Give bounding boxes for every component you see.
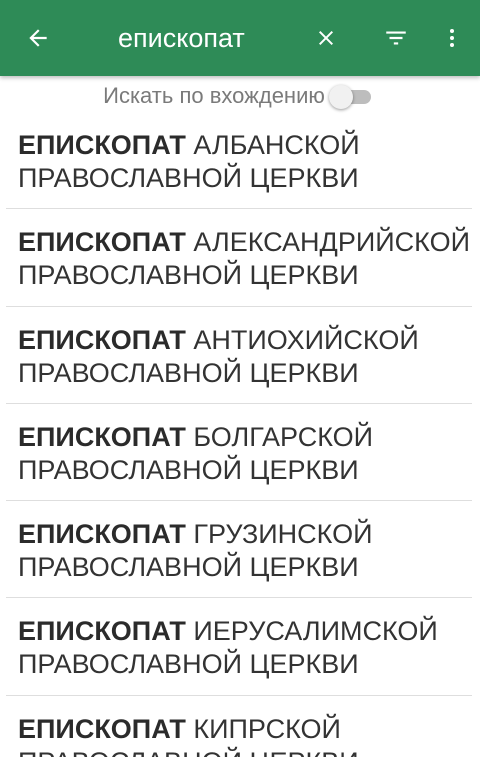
- more-vert-icon: [450, 29, 454, 47]
- clear-search-button[interactable]: [302, 0, 350, 76]
- search-toolbar: [0, 0, 480, 76]
- list-item-subtitle: ПРАВОСЛАВНОЙ ЦЕРКВИ: [18, 649, 359, 680]
- app-root: Искать по вхождению ЕПИСКОПАТ АЛБАНСКОЙП…: [0, 0, 480, 757]
- list-item-highlight: ЕПИСКОПАТ: [18, 616, 186, 647]
- filter-icon: [386, 31, 406, 45]
- list-item-title: ЕПИСКОПАТ КИПРСКОЙ: [18, 713, 472, 746]
- substring-search-label: Искать по вхождению: [103, 83, 325, 108]
- list-item-title: ЕПИСКОПАТ ИЕРУСАЛИМСКОЙ: [18, 615, 472, 648]
- filter-button[interactable]: [372, 0, 420, 76]
- list-item-rest: ИЕРУСАЛИМСКОЙ: [193, 616, 438, 647]
- list-item[interactable]: ЕПИСКОПАТ ИЕРУСАЛИМСКОЙ ПРАВОСЛАВНОЙ ЦЕРК…: [6, 598, 472, 696]
- list-item-subtitle: ПРАВОСЛАВНОЙ ЦЕРКВИ: [18, 552, 359, 583]
- list-item-title: ЕПИСКОПАТ ГРУЗИНСКОЙ: [18, 518, 472, 551]
- list-item-title: ЕПИСКОПАТ АНТИОХИЙСКОЙ: [18, 324, 472, 357]
- list-item-title: ЕПИСКОПАТ АЛБАНСКОЙ: [18, 129, 472, 162]
- list-item[interactable]: ЕПИСКОПАТ БОЛГАРСКОЙ ПРАВОСЛАВНОЙ ЦЕРКВИ: [6, 404, 472, 502]
- arrow-back-icon: [29, 29, 47, 47]
- list-item-highlight: ЕПИСКОПАТ: [18, 324, 186, 355]
- list-item-highlight: ЕПИСКОПАТ: [18, 227, 186, 258]
- list-item[interactable]: ЕПИСКОПАТ АЛБАНСКОЙ ПРАВОСЛАВНОЙ ЦЕРКВИ: [6, 112, 472, 210]
- list-item-title: ЕПИСКОПАТ АЛЕКСАНДРИЙСКОЙ: [18, 226, 472, 259]
- list-item[interactable]: ЕПИСКОПАТ КИПРСКОЙПРАВОСЛАВНОЙ ЦЕРКВИ: [6, 696, 472, 757]
- list-item-rest: АЛБАНСКОЙ: [193, 130, 360, 160]
- list-item-subtitle: ПРАВОСЛАВНОЙ ЦЕРКВИ: [18, 746, 472, 757]
- list-item-highlight: ЕПИСКОПАТ: [18, 519, 186, 550]
- list-item-subtitle: ПРАВОСЛАВНОЙ ЦЕРКВИ: [18, 260, 359, 291]
- list-item-highlight: ЕПИСКОПАТ: [18, 421, 186, 452]
- list-item-subtitle: ПРАВОСЛАВНОЙ ЦЕРКВИ: [18, 163, 359, 193]
- list-item-rest: АНТИОХИЙСКОЙ: [193, 324, 419, 355]
- list-item-rest: АЛЕКСАНДРИЙСКОЙ: [193, 227, 470, 258]
- results-list: ЕПИСКОПАТ АЛБАНСКОЙ ПРАВОСЛАВНОЙ ЦЕРКВИ ЕП…: [0, 112, 480, 757]
- more-options-button[interactable]: [430, 0, 474, 76]
- list-item-rest: БОЛГАРСКОЙ: [193, 421, 374, 452]
- back-button[interactable]: [14, 0, 62, 76]
- list-item-rest: ГРУЗИНСКОЙ: [193, 519, 373, 550]
- substring-search-row: Искать по вхождению: [0, 76, 480, 116]
- close-icon: [319, 31, 333, 45]
- list-item[interactable]: ЕПИСКОПАТ ГРУЗИНСКОЙ ПРАВОСЛАВНОЙ ЦЕРКВИ: [6, 501, 472, 599]
- list-item[interactable]: ЕПИСКОПАТ АЛЕКСАНДРИЙСКОЙ ПРАВОСЛАВНОЙ ЦЕ…: [6, 209, 472, 307]
- list-item-highlight: ЕПИСКОПАТ: [18, 130, 186, 160]
- substring-search-switch[interactable]: [328, 83, 373, 109]
- list-item-subtitle: ПРАВОСЛАВНОЙ ЦЕРКВИ: [18, 357, 359, 388]
- switch-thumb: [328, 85, 353, 109]
- list-item-highlight: ЕПИСКОПАТ: [18, 713, 186, 744]
- list-item-subtitle: ПРАВОСЛАВНОЙ ЦЕРКВИ: [18, 454, 359, 485]
- list-item-title: ЕПИСКОПАТ БОЛГАРСКОЙ: [18, 421, 472, 454]
- list-item[interactable]: ЕПИСКОПАТ АНТИОХИЙСКОЙ ПРАВОСЛАВНОЙ ЦЕРКВ…: [6, 307, 472, 404]
- search-input[interactable]: [118, 18, 298, 58]
- list-item-rest: КИПРСКОЙ: [193, 713, 341, 744]
